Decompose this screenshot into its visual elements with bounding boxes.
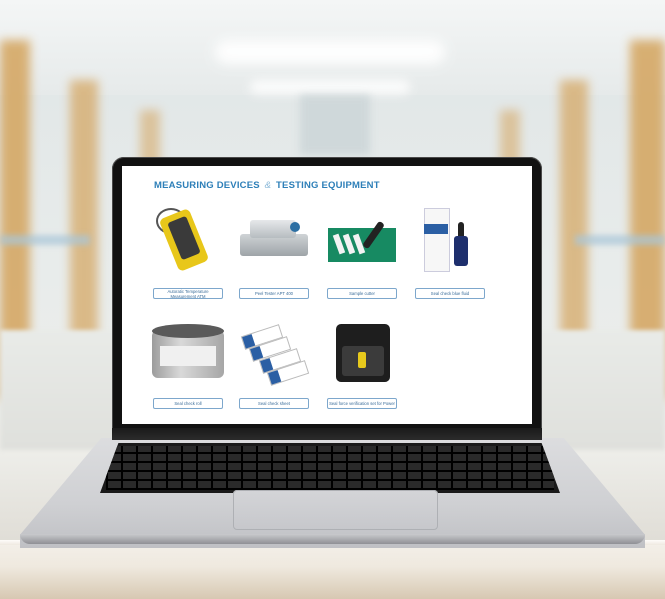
page-title-part2: TESTING EQUIPMENT	[276, 180, 380, 191]
page-title-part1: MEASURING DEVICES	[154, 180, 260, 191]
indicator-roll-icon[interactable]	[150, 316, 226, 386]
product-button[interactable]: Autoratic Temperature Measurement ATM	[153, 288, 223, 299]
ceiling-light	[215, 40, 445, 64]
door-right-2	[560, 80, 588, 340]
sample-cutter-icon[interactable]	[324, 206, 400, 276]
product-button[interactable]: Seal check sheet	[239, 398, 309, 409]
laptop-keyboard	[100, 443, 560, 493]
peel-tester-icon[interactable]	[236, 206, 312, 276]
ceiling-light-far	[250, 80, 410, 94]
table-surface	[0, 545, 665, 599]
product-button[interactable]: Peel Tester APT 400	[239, 288, 309, 299]
page-title: MEASURING DEVICES & TESTING EQUIPMENT	[154, 180, 380, 191]
laptop-trackpad	[233, 490, 438, 530]
product-button[interactable]: Sample cutter	[327, 288, 397, 299]
wall-rail-left	[0, 235, 90, 245]
product-button[interactable]: Seal check blue fluid	[415, 288, 485, 299]
laptop-base-front	[20, 534, 645, 544]
laptop-bezel-chin	[112, 428, 542, 440]
indicator-sheets-icon[interactable]	[236, 316, 312, 386]
page-title-ampersand: &	[264, 180, 272, 191]
corridor-end	[300, 95, 370, 155]
wall-rail-right	[575, 235, 665, 245]
product-button[interactable]: Seal force verification set for Power	[327, 398, 397, 409]
door-left-2	[70, 80, 98, 340]
blue-fluid-bottle-icon[interactable]	[412, 206, 488, 276]
verification-case-icon[interactable]	[324, 316, 400, 386]
digital-thermometer-icon[interactable]	[150, 206, 226, 276]
laptop-screen: MEASURING DEVICES & TESTING EQUIPMENT Au…	[122, 166, 532, 424]
keyboard-keys	[106, 446, 554, 490]
product-button[interactable]: Seal check roll	[153, 398, 223, 409]
